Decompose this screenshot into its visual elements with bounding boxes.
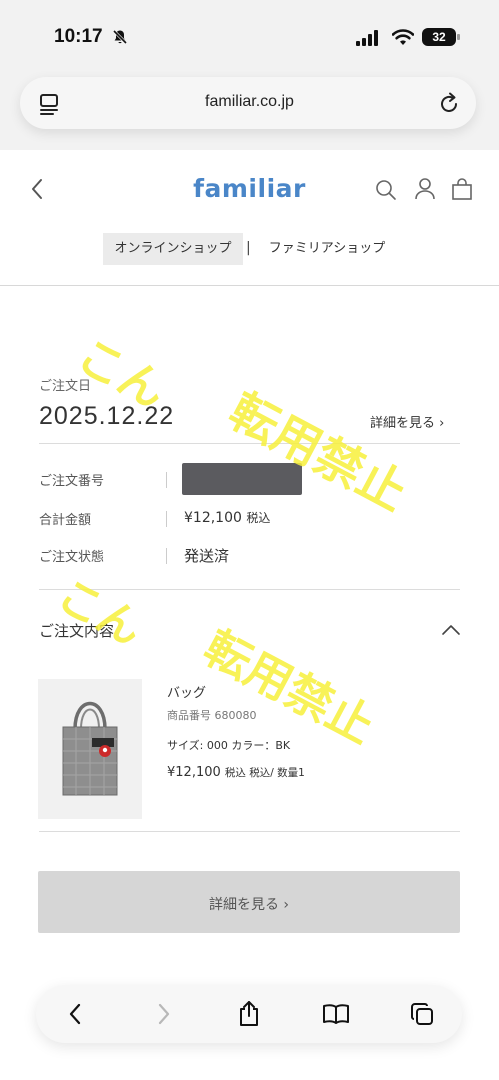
- divider: [39, 831, 460, 832]
- product-code: 商品番号 680080: [167, 709, 257, 722]
- product-image[interactable]: [38, 679, 142, 819]
- tote-bag-icon: [62, 701, 118, 796]
- status-time: 10:17: [54, 26, 103, 47]
- tabs-overview-icon[interactable]: [410, 1002, 434, 1026]
- signal-icon: [356, 30, 378, 46]
- order-detail-link[interactable]: 詳細を見る ›: [370, 412, 444, 431]
- bag-icon[interactable]: [451, 177, 473, 201]
- order-number-label: ご注文番号: [39, 474, 105, 489]
- product-price-note: 税込 税込/ 数量1: [224, 767, 305, 779]
- total-amount-value: ¥12,100: [184, 510, 242, 526]
- battery-tip: [457, 34, 460, 40]
- product-price: ¥12,100 税込 税込/ 数量1: [167, 765, 305, 780]
- row-separator: [166, 548, 167, 564]
- divider: [0, 285, 499, 286]
- url-text[interactable]: familiar.co.jp: [0, 93, 499, 111]
- detail-button-label[interactable]: 詳細を見る ›: [38, 894, 460, 914]
- forward-icon[interactable]: [156, 1003, 172, 1025]
- battery-icon: 32: [422, 28, 456, 46]
- order-status: 発送済: [184, 547, 230, 565]
- order-status-label: ご注文状態: [39, 550, 105, 565]
- back-icon[interactable]: [67, 1003, 83, 1025]
- product-size-color: サイズ: 000 カラー：BK: [167, 739, 291, 752]
- tax-note: 税込: [246, 511, 271, 525]
- product-price-value: ¥12,100: [167, 765, 221, 780]
- bookmarks-icon[interactable]: [322, 1003, 350, 1025]
- bell-slash-icon: [112, 29, 128, 45]
- user-icon[interactable]: [414, 177, 436, 201]
- share-icon[interactable]: [237, 999, 261, 1027]
- total-amount-label: 合計金額: [39, 513, 92, 528]
- reload-icon[interactable]: [440, 91, 460, 115]
- wifi-icon: [392, 29, 414, 45]
- segment-separator: |: [246, 240, 251, 256]
- product-name[interactable]: バッグ: [167, 682, 206, 701]
- total-amount: ¥12,100 税込: [184, 509, 270, 526]
- tab-familia-shop[interactable]: ファミリアショップ: [262, 233, 392, 265]
- row-separator: [166, 511, 167, 527]
- search-icon[interactable]: [375, 179, 397, 201]
- tab-online-shop[interactable]: オンラインショップ: [103, 233, 243, 265]
- row-separator: [166, 472, 167, 488]
- chevron-up-icon[interactable]: [441, 623, 461, 637]
